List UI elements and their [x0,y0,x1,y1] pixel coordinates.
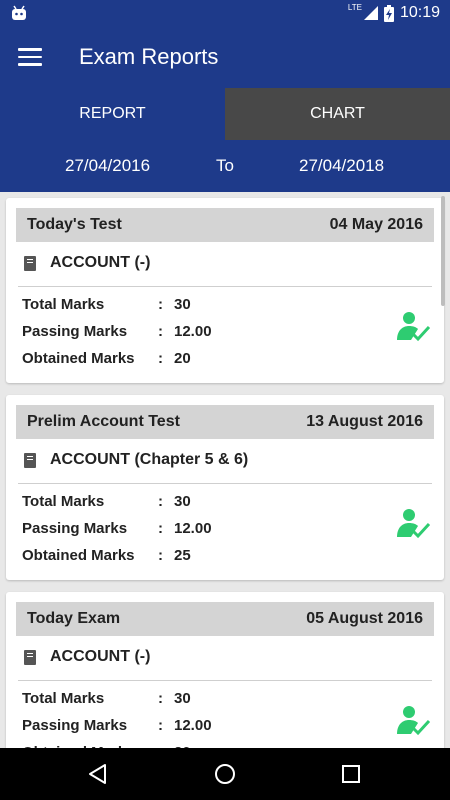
total-marks-label: Total Marks [22,493,105,510]
book-icon [24,649,36,665]
report-card[interactable]: Today's Test 04 May 2016 ACCOUNT (-) Tot… [6,198,444,383]
report-card[interactable]: Today Exam 05 August 2016 ACCOUNT (-) To… [6,592,444,748]
divider [18,483,432,484]
passing-marks-value: 12.00 [174,717,212,734]
system-nav-bar [0,748,450,800]
colon: : [158,296,163,313]
colon: : [158,350,163,367]
divider [18,680,432,681]
app-bar: Exam Reports [0,28,450,88]
total-marks-value: 30 [174,296,191,313]
colon: : [158,717,163,734]
subject-row: ACCOUNT (Chapter 5 & 6) [24,451,248,469]
status-bar: LTE 10:19 [0,0,450,28]
status-time: 10:19 [399,4,440,21]
passing-marks-row: Passing Marks : 12.00 [22,323,322,343]
total-marks-row: Total Marks : 30 [22,296,322,316]
date-range-bar: 27/04/2016 To 27/04/2018 [0,140,450,192]
divider [18,286,432,287]
tab-bar: REPORT CHART [0,88,450,140]
book-icon [24,452,36,468]
exam-name: Today's Test [27,216,122,233]
network-type-label: LTE [347,2,362,12]
exam-date: 13 August 2016 [306,413,423,430]
tab-chart[interactable]: CHART [225,88,450,140]
report-card-header: Today Exam 05 August 2016 [16,602,434,636]
from-date-picker[interactable]: 27/04/2016 [65,156,150,176]
total-marks-row: Total Marks : 30 [22,690,322,710]
passing-marks-row: Passing Marks : 12.00 [22,520,322,540]
battery-charging-icon [383,4,394,22]
colon: : [158,547,163,564]
total-marks-label: Total Marks [22,690,105,707]
total-marks-label: Total Marks [22,296,105,313]
colon: : [158,690,163,707]
user-pass-check-icon[interactable] [396,704,430,736]
colon: : [158,493,163,510]
colon: : [158,323,163,340]
tab-report[interactable]: REPORT [0,88,225,140]
subject-name: ACCOUNT (-) [50,648,151,665]
report-card[interactable]: Prelim Account Test 13 August 2016 ACCOU… [6,395,444,580]
user-pass-check-icon[interactable] [396,507,430,539]
report-card-header: Today's Test 04 May 2016 [16,208,434,242]
obtained-marks-value: 25 [174,547,191,564]
signal-icon [363,6,378,20]
user-pass-check-icon[interactable] [396,310,430,342]
obtained-marks-row: Obtained Marks : 20 [22,350,322,370]
home-icon[interactable] [213,762,237,786]
colon: : [158,520,163,537]
passing-marks-row: Passing Marks : 12.00 [22,717,322,737]
passing-marks-value: 12.00 [174,323,212,340]
subject-row: ACCOUNT (-) [24,254,150,272]
total-marks-value: 30 [174,690,191,707]
subject-name: ACCOUNT (-) [50,254,151,271]
subject-row: ACCOUNT (-) [24,648,150,666]
obtained-marks-value: 20 [174,350,191,367]
exam-date: 04 May 2016 [329,216,423,233]
scrollbar[interactable] [441,196,445,306]
obtained-marks-label: Obtained Marks [22,350,135,367]
menu-icon[interactable] [18,48,42,68]
obtained-marks-label: Obtained Marks [22,547,135,564]
page-title: Exam Reports [79,44,219,69]
obtained-marks-row: Obtained Marks : 25 [22,547,322,567]
report-card-header: Prelim Account Test 13 August 2016 [16,405,434,439]
exam-name: Today Exam [27,610,121,627]
passing-marks-label: Passing Marks [22,520,128,537]
exam-name: Prelim Account Test [27,413,180,430]
back-icon[interactable] [86,762,110,786]
passing-marks-label: Passing Marks [22,323,128,340]
total-marks-row: Total Marks : 30 [22,493,322,513]
book-icon [24,255,36,271]
subject-name: ACCOUNT (Chapter 5 & 6) [50,451,249,468]
passing-marks-value: 12.00 [174,520,212,537]
passing-marks-label: Passing Marks [22,717,128,734]
android-notification-icon [12,5,26,20]
report-list[interactable]: Today's Test 04 May 2016 ACCOUNT (-) Tot… [0,192,450,748]
date-separator-label: To [216,156,234,175]
recents-icon[interactable] [339,762,363,786]
to-date-picker[interactable]: 27/04/2018 [299,156,384,176]
total-marks-value: 30 [174,493,191,510]
exam-date: 05 August 2016 [306,610,423,627]
